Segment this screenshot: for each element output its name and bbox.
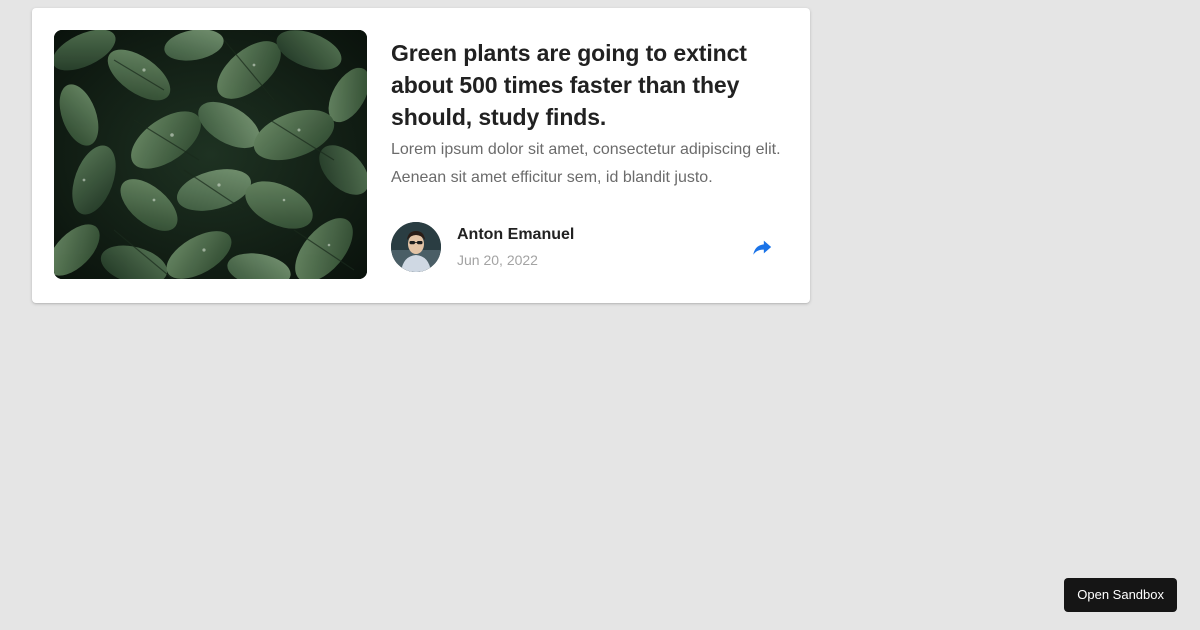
leaves-photo xyxy=(54,30,367,279)
avatar[interactable] xyxy=(391,222,441,272)
open-sandbox-button[interactable]: Open Sandbox xyxy=(1064,578,1177,612)
article-card[interactable]: Green plants are going to extinct about … xyxy=(32,8,810,303)
author-name[interactable]: Anton Emanuel xyxy=(457,226,574,244)
article-title[interactable]: Green plants are going to extinct about … xyxy=(391,37,781,133)
article-image xyxy=(54,30,367,279)
person-photo xyxy=(391,222,441,272)
post-date: Jun 20, 2022 xyxy=(457,252,538,268)
article-content: Green plants are going to extinct about … xyxy=(391,30,781,192)
article-description: Lorem ipsum dolor sit amet, consectetur … xyxy=(391,141,781,186)
share-button[interactable] xyxy=(751,236,773,258)
author-row: Anton Emanuel Jun 20, 2022 xyxy=(391,222,783,272)
share-arrow-icon xyxy=(753,240,772,255)
